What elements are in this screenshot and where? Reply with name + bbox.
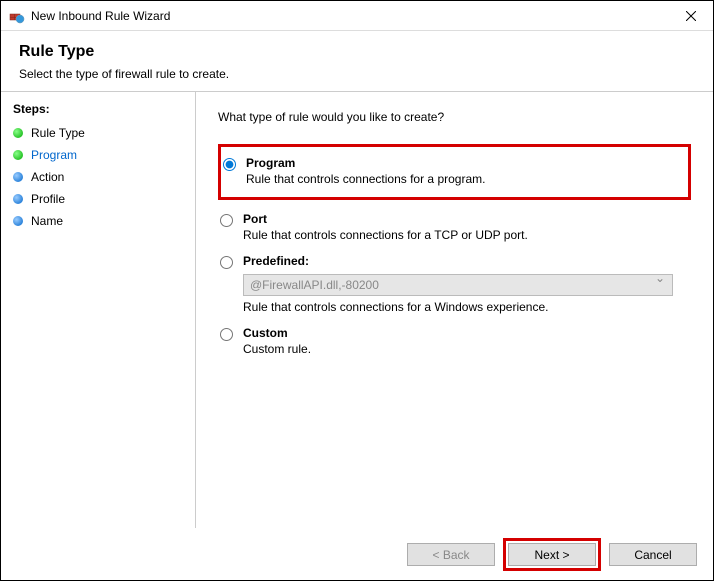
radio-predefined[interactable] bbox=[220, 256, 233, 269]
step-bullet-icon bbox=[13, 216, 23, 226]
step-name[interactable]: Name bbox=[5, 210, 195, 232]
wizard-footer: < Back Next > Cancel bbox=[1, 528, 713, 580]
step-bullet-icon bbox=[13, 150, 23, 160]
step-label: Action bbox=[31, 170, 64, 184]
step-bullet-icon bbox=[13, 194, 23, 204]
step-bullet-icon bbox=[13, 128, 23, 138]
step-label: Name bbox=[31, 214, 63, 228]
back-button[interactable]: < Back bbox=[407, 543, 495, 566]
highlight-program: Program Rule that controls connections f… bbox=[218, 144, 691, 200]
option-port[interactable]: Port Rule that controls connections for … bbox=[218, 206, 691, 248]
step-label: Profile bbox=[31, 192, 65, 206]
wizard-body: Steps: Rule Type Program Action Profile … bbox=[1, 92, 713, 528]
option-port-desc: Rule that controls connections for a TCP… bbox=[243, 228, 691, 242]
rule-type-question: What type of rule would you like to crea… bbox=[218, 110, 691, 124]
predefined-select[interactable] bbox=[243, 274, 673, 296]
firewall-app-icon bbox=[9, 8, 25, 24]
step-rule-type[interactable]: Rule Type bbox=[5, 122, 195, 144]
option-program-desc: Rule that controls connections for a pro… bbox=[246, 172, 680, 186]
step-label: Rule Type bbox=[31, 126, 85, 140]
step-profile[interactable]: Profile bbox=[5, 188, 195, 210]
option-program-name: Program bbox=[246, 156, 680, 170]
highlight-next: Next > bbox=[503, 538, 601, 571]
wizard-main: What type of rule would you like to crea… bbox=[196, 92, 713, 528]
option-custom[interactable]: Custom Custom rule. bbox=[218, 320, 691, 362]
step-program[interactable]: Program bbox=[5, 144, 195, 166]
steps-label: Steps: bbox=[5, 100, 195, 122]
window-title: New Inbound Rule Wizard bbox=[31, 9, 668, 23]
steps-sidebar: Steps: Rule Type Program Action Profile … bbox=[1, 92, 196, 528]
step-action[interactable]: Action bbox=[5, 166, 195, 188]
step-bullet-icon bbox=[13, 172, 23, 182]
option-custom-name: Custom bbox=[243, 326, 691, 340]
option-port-name: Port bbox=[243, 212, 691, 226]
radio-custom[interactable] bbox=[220, 328, 233, 341]
option-predefined-name: Predefined: bbox=[243, 254, 691, 268]
option-custom-desc: Custom rule. bbox=[243, 342, 691, 356]
option-predefined[interactable]: Predefined: Rule that controls connectio… bbox=[218, 248, 691, 314]
wizard-header: Rule Type Select the type of firewall ru… bbox=[1, 31, 713, 91]
close-button[interactable] bbox=[668, 1, 713, 31]
titlebar: New Inbound Rule Wizard bbox=[1, 1, 713, 31]
next-button[interactable]: Next > bbox=[508, 543, 596, 566]
radio-port[interactable] bbox=[220, 214, 233, 227]
radio-program[interactable] bbox=[223, 158, 236, 171]
page-subtitle: Select the type of firewall rule to crea… bbox=[19, 67, 695, 81]
option-predefined-desc: Rule that controls connections for a Win… bbox=[243, 300, 691, 314]
page-title: Rule Type bbox=[19, 43, 695, 61]
step-label: Program bbox=[31, 148, 77, 162]
close-icon bbox=[686, 11, 696, 21]
cancel-button[interactable]: Cancel bbox=[609, 543, 697, 566]
predefined-select-wrap bbox=[243, 270, 673, 300]
option-program[interactable]: Program Rule that controls connections f… bbox=[221, 150, 680, 192]
